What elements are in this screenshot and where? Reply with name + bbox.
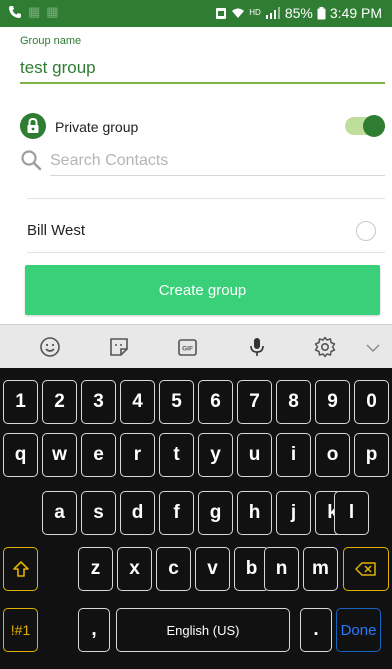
settings-icon[interactable] bbox=[313, 335, 337, 359]
signal-icon bbox=[265, 7, 280, 19]
key[interactable]: 6 bbox=[198, 380, 233, 424]
key[interactable]: m bbox=[303, 547, 338, 591]
key[interactable]: i bbox=[276, 433, 311, 477]
private-group-row: Private group bbox=[20, 112, 385, 142]
key[interactable]: p bbox=[354, 433, 389, 477]
shift-key[interactable] bbox=[3, 547, 38, 591]
shift-icon bbox=[12, 561, 29, 577]
private-group-label: Private group bbox=[55, 119, 139, 135]
key[interactable]: r bbox=[120, 433, 155, 477]
key[interactable]: 8 bbox=[276, 380, 311, 424]
comma-key[interactable]: , bbox=[78, 608, 110, 652]
key[interactable]: o bbox=[315, 433, 350, 477]
notification-icon-2: ▦ bbox=[46, 4, 59, 19]
contact-name: Bill West bbox=[27, 222, 86, 239]
backspace-key[interactable] bbox=[343, 547, 389, 591]
group-name-input[interactable] bbox=[20, 54, 385, 84]
gif-label: GIF bbox=[182, 346, 193, 353]
emoji-icon[interactable] bbox=[38, 335, 62, 359]
group-name-label: Group name bbox=[20, 35, 82, 47]
key[interactable]: 7 bbox=[237, 380, 272, 424]
key[interactable]: 1 bbox=[3, 380, 38, 424]
chevron-down-icon[interactable] bbox=[361, 335, 385, 359]
key[interactable]: 2 bbox=[42, 380, 77, 424]
wifi-icon bbox=[232, 8, 245, 18]
key[interactable]: 4 bbox=[120, 380, 155, 424]
key[interactable]: h bbox=[237, 491, 272, 535]
backspace-icon bbox=[355, 562, 376, 576]
hd-label: HD bbox=[249, 8, 261, 17]
divider bbox=[27, 198, 385, 199]
done-key[interactable]: Done bbox=[336, 608, 381, 652]
key[interactable]: t bbox=[159, 433, 194, 477]
microphone-icon[interactable] bbox=[245, 335, 269, 359]
create-group-button[interactable]: Create group bbox=[25, 265, 380, 315]
key[interactable]: x bbox=[117, 547, 152, 591]
divider bbox=[27, 252, 385, 253]
key[interactable]: 3 bbox=[81, 380, 116, 424]
notification-icon: ▦ bbox=[28, 4, 41, 19]
alarm-icon bbox=[216, 8, 227, 19]
key[interactable]: s bbox=[81, 491, 116, 535]
key[interactable]: d bbox=[120, 491, 155, 535]
key[interactable]: 9 bbox=[315, 380, 350, 424]
key[interactable]: g bbox=[198, 491, 233, 535]
key[interactable]: c bbox=[156, 547, 191, 591]
key[interactable]: w bbox=[42, 433, 77, 477]
clock: 3:49 PM bbox=[329, 5, 382, 21]
key[interactable]: 0 bbox=[354, 380, 389, 424]
keyboard-toolbar: GIF bbox=[0, 324, 392, 368]
key[interactable]: a bbox=[42, 491, 77, 535]
key[interactable]: q bbox=[3, 433, 38, 477]
key[interactable]: f bbox=[159, 491, 194, 535]
key[interactable]: l bbox=[334, 491, 369, 535]
status-bar: ▦ ▦ HD 85% 3:49 PM bbox=[0, 0, 392, 27]
private-group-toggle[interactable] bbox=[345, 115, 385, 137]
search-contacts-input[interactable] bbox=[50, 146, 385, 176]
toggle-knob bbox=[363, 115, 385, 137]
symbols-key[interactable]: !#1 bbox=[3, 608, 38, 652]
period-key[interactable]: . bbox=[300, 608, 332, 652]
key[interactable]: y bbox=[198, 433, 233, 477]
gif-icon[interactable]: GIF bbox=[176, 335, 200, 359]
key[interactable]: n bbox=[264, 547, 299, 591]
key[interactable]: j bbox=[276, 491, 311, 535]
lock-icon bbox=[20, 113, 46, 139]
key[interactable]: 5 bbox=[159, 380, 194, 424]
search-icon bbox=[21, 150, 42, 171]
phone-icon bbox=[9, 6, 21, 18]
keyboard: 1 2 3 4 5 6 7 8 9 0 q w e r t y u i o p … bbox=[0, 368, 392, 669]
search-row bbox=[20, 146, 385, 178]
key[interactable]: z bbox=[78, 547, 113, 591]
contact-row[interactable]: Bill West bbox=[0, 213, 392, 253]
battery-percent: 85% bbox=[284, 5, 313, 21]
key[interactable]: u bbox=[237, 433, 272, 477]
sticker-icon[interactable] bbox=[107, 335, 131, 359]
contact-select-radio[interactable] bbox=[356, 221, 376, 241]
battery-icon bbox=[317, 6, 326, 19]
key[interactable]: v bbox=[195, 547, 230, 591]
key[interactable]: e bbox=[81, 433, 116, 477]
space-key[interactable]: English (US) bbox=[116, 608, 290, 652]
